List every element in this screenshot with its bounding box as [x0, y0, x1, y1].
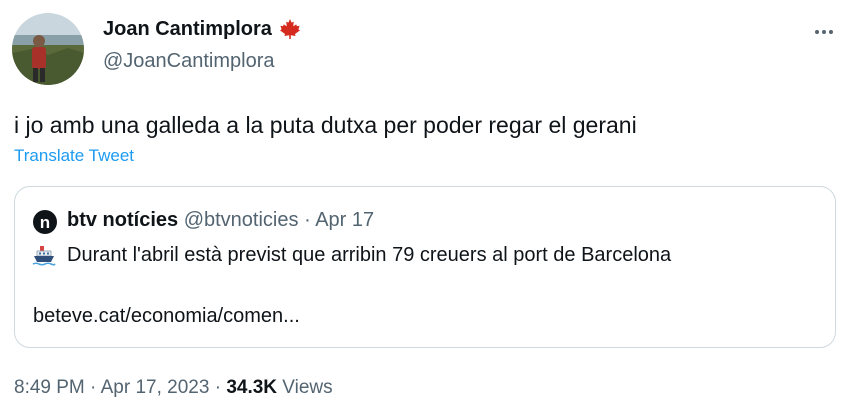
tweet-text: i jo amb una galleda a la puta dutxa per… [14, 112, 637, 138]
quoted-link[interactable]: beteve.cat/economia/comen... [33, 305, 300, 328]
avatar[interactable] [12, 13, 84, 85]
quoted-separator: · [304, 209, 311, 231]
quoted-author-name: btv notícies [67, 209, 179, 231]
tweet-footer: 8:49 PM · Apr 17, 2023 · 34.3K Views [14, 377, 333, 399]
author-name-row: Joan Cantimplora [103, 17, 302, 41]
ship-icon [32, 244, 56, 268]
views-count: 34.3K [226, 377, 278, 398]
author-handle[interactable]: @JoanCantimplora [103, 50, 275, 73]
footer-separator: · [214, 377, 222, 398]
views-label: Views [282, 377, 333, 398]
tweet-date[interactable]: Apr 17, 2023 [101, 377, 210, 398]
author-name[interactable]: Joan Cantimplora [103, 18, 272, 41]
btv-logo-icon: n [33, 210, 57, 234]
footer-separator: · [90, 377, 97, 398]
quoted-text: Durant l'abril està previst que arribin … [67, 244, 672, 266]
translate-tweet-link[interactable]: Translate Tweet [14, 146, 134, 166]
maple-leaf-icon [278, 17, 302, 41]
tweet-time[interactable]: 8:49 PM [14, 377, 85, 398]
quoted-date: Apr 17 [315, 209, 375, 231]
avatar-photo [12, 13, 84, 85]
quoted-tweet-card[interactable]: n btv notícies @btvnoticies · Apr 17 Dur… [14, 186, 836, 348]
quoted-author-handle: @btvnoticies [183, 209, 299, 231]
more-options-icon[interactable] [812, 22, 836, 42]
quoted-header: btv notícies @btvnoticies · Apr 17 [67, 209, 374, 232]
